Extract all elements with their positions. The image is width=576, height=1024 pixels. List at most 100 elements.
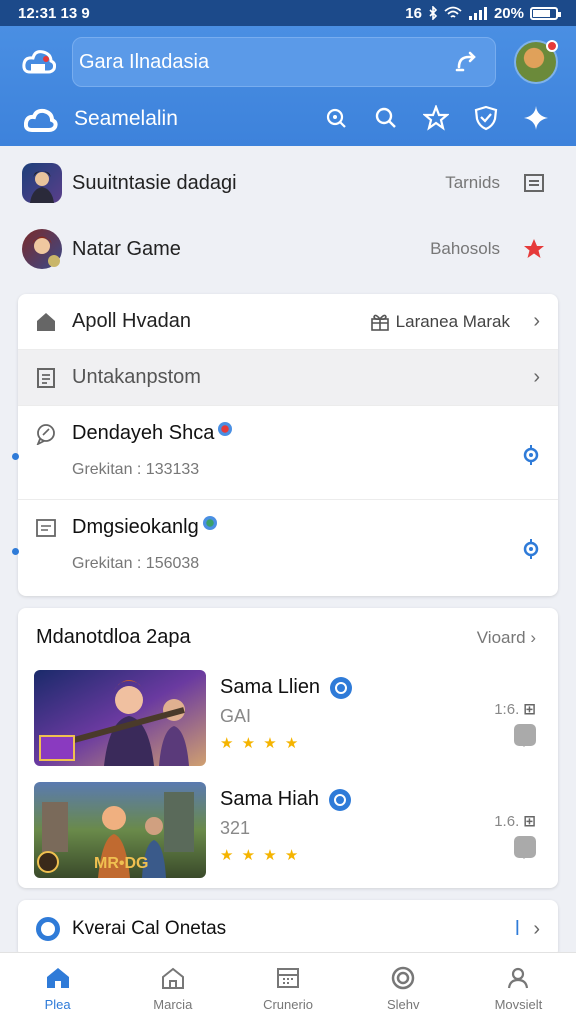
list-item-sub: Grekitan : 133133 [72, 461, 200, 478]
signal-icon [468, 7, 487, 20]
chevron-right-icon: › [533, 310, 540, 332]
game-name-text: Sama Hiah [220, 788, 319, 810]
verified-icon [330, 676, 353, 699]
nav-label: Movsielt [494, 997, 543, 1012]
menu-row[interactable]: Untakanpstom › [18, 350, 558, 406]
chevron-right-icon: › [533, 366, 540, 388]
sparkle-icon[interactable] [522, 104, 550, 132]
indicator-dot [12, 453, 19, 460]
store-icon [160, 965, 186, 991]
game-name-text: Sama Llien [220, 676, 321, 698]
game-item[interactable]: MR•DG Sama Hiah 321 ★ ★ ★ ★ 1.6. ⊞ [18, 778, 558, 888]
app-logo-icon[interactable] [22, 48, 56, 78]
bottom-nav: Plea Marcia Crunerio Slehv Movsielt [0, 952, 576, 1024]
calendar-icon [275, 965, 301, 991]
menu-row-label: Untakanpstom [72, 366, 201, 388]
recommend-title: Mdanotdloa 2apa [36, 626, 191, 648]
list-item-title-text: Dendayeh Shca [72, 422, 215, 444]
home-icon [45, 965, 71, 991]
list-item-title-text: Dmgsieokanlg [72, 516, 199, 538]
ring-icon [390, 965, 416, 991]
badge-icon [218, 422, 233, 436]
badge-icon [202, 516, 217, 530]
search-bar[interactable] [72, 37, 496, 87]
list-item[interactable]: Dendayeh Shca Grekitan : 133133 [18, 406, 558, 500]
menu-row-label: Apoll Hvadan [72, 310, 191, 332]
search-icon[interactable] [372, 104, 400, 132]
status-time: 12:31 13 9 [18, 4, 90, 22]
avatar[interactable] [514, 40, 558, 84]
nav-item-store[interactable]: Marcia [115, 953, 230, 1024]
recommend-card: Mdanotdloa 2apa Vioard › Sama Llien GAI … [18, 608, 558, 888]
chat-icon[interactable] [514, 836, 536, 859]
bluetooth-icon [429, 6, 438, 20]
game-value-text: 1.6. [494, 813, 520, 830]
view-all-label: Vioard [476, 628, 526, 647]
verified-icon [328, 788, 351, 811]
nav-label: Slehv [386, 997, 420, 1012]
game-name: Sama Hiah [220, 788, 351, 811]
edit-icon[interactable] [453, 49, 479, 75]
nav-item-calendar[interactable]: Crunerio [230, 953, 345, 1024]
location-pin-icon[interactable] [522, 538, 540, 560]
chat-icon[interactable] [514, 724, 536, 747]
view-all-link[interactable]: Vioard › [477, 628, 536, 648]
nav-item-profile[interactable]: Movsielt [461, 953, 576, 1024]
bottom-card-title: Kverai Cal Onetas [72, 918, 227, 939]
indicator-dot [12, 548, 19, 555]
section-label: Seamelalin [74, 107, 178, 130]
menu-row-value-text: Laranea Marak [395, 311, 510, 331]
status-indicator-text: 16 [405, 4, 422, 22]
list-item-title: Suuitntasie dadagi [72, 171, 237, 194]
recommend-header: Mdanotdloa 2apa Vioard › [18, 608, 558, 666]
menu-row-value: Laranea Marak [370, 312, 510, 332]
chat-bubble-icon [34, 422, 58, 446]
svg-text:MR•DG: MR•DG [94, 855, 148, 872]
bottom-card-row[interactable]: Kverai Cal Onetas ǀ › [18, 900, 558, 958]
notification-dot [546, 40, 558, 52]
game-thumbnail [22, 229, 62, 269]
header-icon-group [322, 104, 550, 132]
cloud-settings-icon[interactable] [24, 108, 58, 136]
game-value: 1:6. ⊞ [494, 701, 536, 718]
game-cover[interactable] [34, 670, 206, 766]
star-icon[interactable] [522, 237, 546, 261]
game-sub: 321 [220, 818, 251, 838]
menu-card: Apoll Hvadan Laranea Marak › Untakanpsto… [18, 294, 558, 596]
star-icon[interactable] [422, 104, 450, 132]
wifi-icon [444, 6, 462, 18]
ring-icon [36, 917, 60, 941]
list-item[interactable]: Dmgsieokanlg Grekitan : 156038 [18, 500, 558, 594]
game-item[interactable]: Sama Llien GAI ★ ★ ★ ★ 1:6. ⊞ [18, 666, 558, 778]
menu-row[interactable]: Apoll Hvadan Laranea Marak › [18, 294, 558, 350]
list-item-sub: Bahosols [430, 239, 500, 258]
list-item-title: Natar Game [72, 237, 181, 260]
location-pin-icon[interactable] [522, 444, 540, 466]
game-thumbnail [22, 163, 62, 203]
nav-item-ring[interactable]: Slehv [346, 953, 461, 1024]
list-item-title: Dendayeh Shca [72, 422, 233, 445]
game-name: Sama Llien [220, 676, 353, 699]
shield-icon[interactable] [472, 104, 500, 132]
bottom-card[interactable]: Kverai Cal Onetas ǀ › [18, 900, 558, 958]
search-input[interactable] [79, 50, 453, 74]
gift-icon [370, 314, 389, 331]
game-cover[interactable]: MR•DG [34, 782, 206, 878]
list-icon[interactable] [522, 171, 546, 195]
game-sub: GAI [220, 706, 252, 726]
nav-label: Crunerio [263, 997, 313, 1012]
battery-icon [530, 6, 561, 20]
header-top-row [0, 34, 576, 90]
nav-item-home[interactable]: Plea [0, 953, 115, 1024]
list-item-sub: Grekitan : 156038 [72, 555, 200, 572]
list-item[interactable]: Suuitntasie dadagi Tarnids [0, 150, 576, 216]
document-icon [34, 516, 58, 540]
battery-percent: 20% [493, 4, 524, 22]
list-item[interactable]: Natar Game Bahosols [0, 216, 576, 282]
document-icon [34, 366, 58, 390]
home-icon [34, 310, 58, 334]
chevron-right-icon: › [533, 917, 540, 940]
list-item-title: Dmgsieokanlg [72, 516, 217, 539]
search-target-icon[interactable] [322, 104, 350, 132]
rating-stars: ★ ★ ★ ★ [220, 847, 301, 864]
